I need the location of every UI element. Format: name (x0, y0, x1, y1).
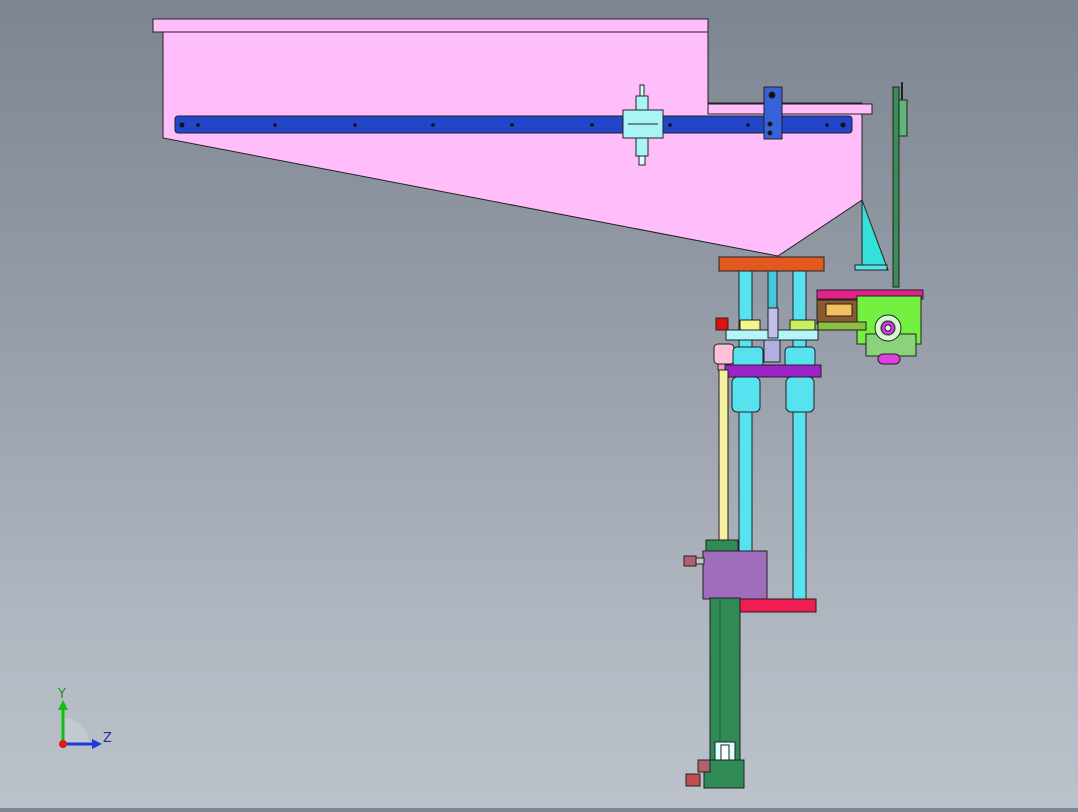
motor-assembly (816, 289, 924, 365)
yellow-guide-rod (718, 369, 729, 546)
hopper-step-lip (707, 103, 873, 115)
long-cylinder (685, 597, 745, 789)
hopper-body (162, 31, 863, 257)
cad-viewport[interactable]: Y Z (0, 0, 1078, 808)
top-cross-block (718, 256, 825, 272)
hopper-top-lip (152, 18, 709, 33)
axis-triad (58, 700, 102, 749)
assembly-drawing (58, 18, 924, 789)
axis-y-label: Y (58, 687, 66, 702)
rail-bracket (763, 86, 783, 140)
gusset-base (854, 264, 888, 271)
bottom-block (727, 598, 817, 613)
gusset-plate (861, 199, 889, 271)
valve-block (683, 539, 768, 600)
right-vertical-rod (892, 82, 908, 288)
axis-z-label: Z (103, 731, 112, 746)
mounting-rail (174, 115, 853, 134)
